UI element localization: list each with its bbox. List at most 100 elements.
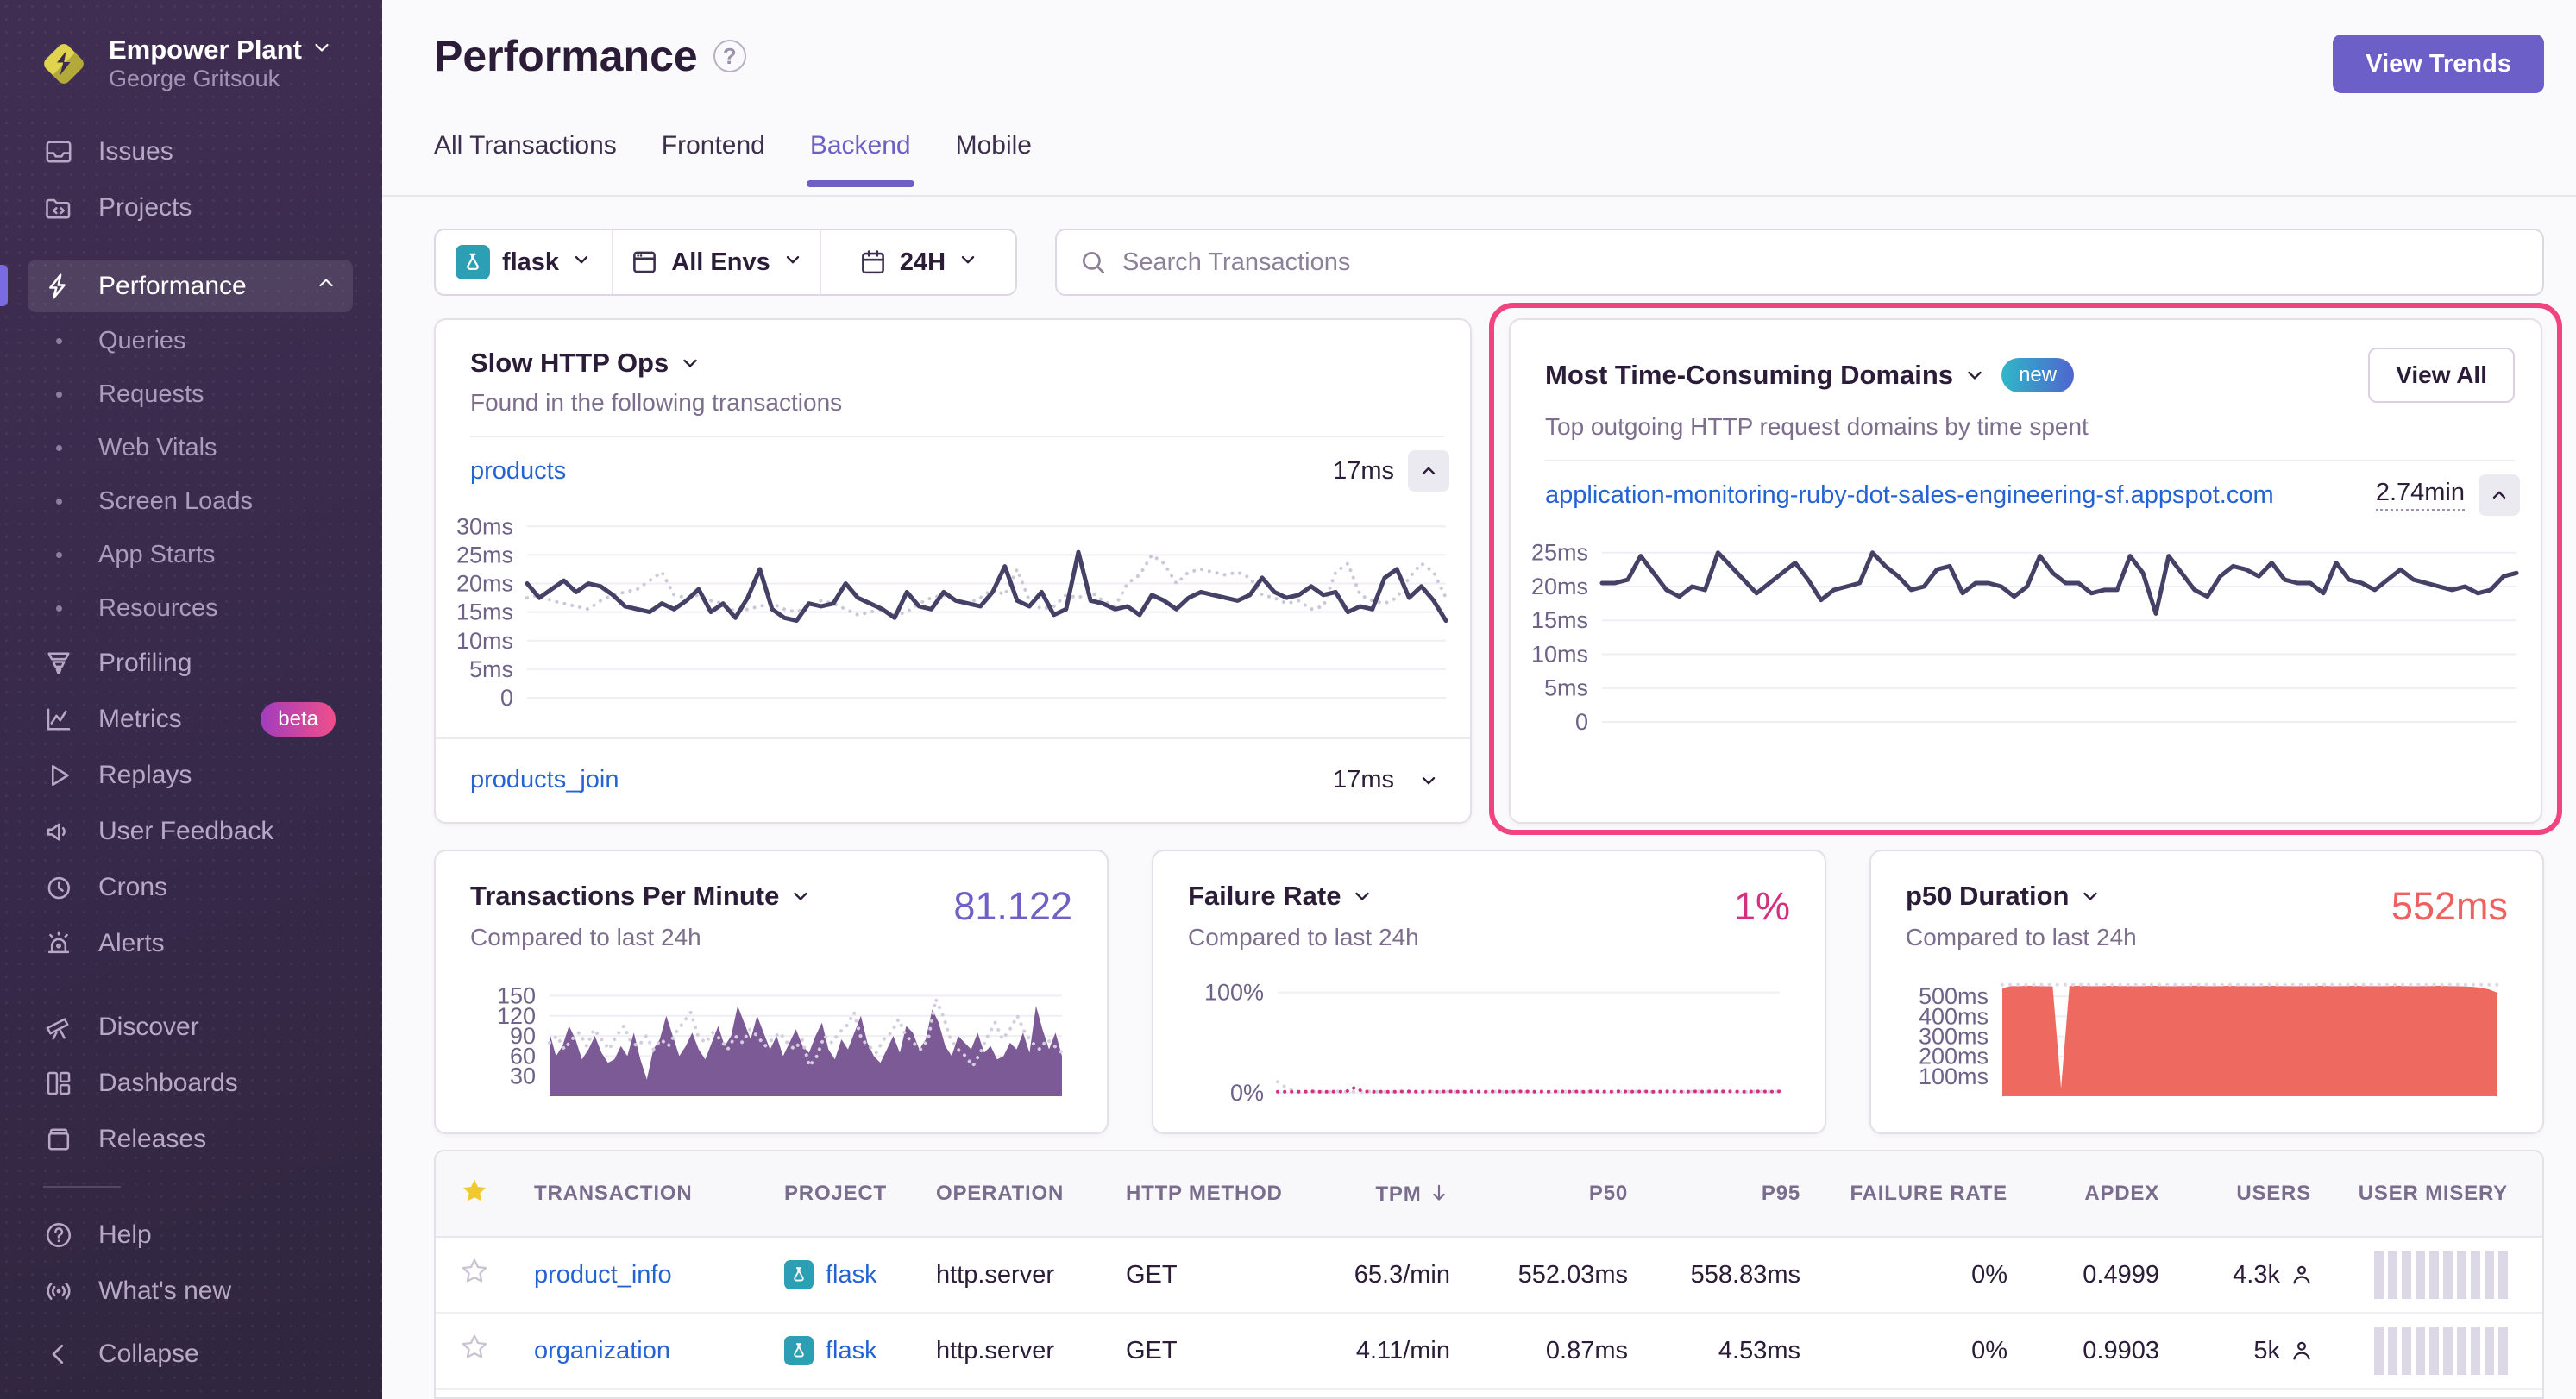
sidebar-item-screen-loads[interactable]: Screen Loads: [0, 474, 382, 528]
sidebar-item-web-vitals[interactable]: Web Vitals: [0, 421, 382, 474]
failure-rate-cell: 0%: [1813, 1337, 2020, 1365]
sidebar-item-dashboards[interactable]: Dashboards: [0, 1055, 382, 1111]
sidebar-item-crons[interactable]: Crons: [0, 859, 382, 915]
sidebar-item-issues[interactable]: Issues: [0, 123, 382, 179]
project-filter[interactable]: flask: [436, 230, 612, 294]
failure-rate-subtitle: Compared to last 24h: [1188, 924, 1790, 951]
flask-project-icon: [456, 245, 490, 279]
person-icon: [2289, 1262, 2315, 1288]
main-content: Performance ? View Trends All Transactio…: [382, 0, 2576, 1399]
failure-rate-card: Failure Rate 1% Compared to last 24h 100…: [1152, 850, 1826, 1134]
tab-bar: All Transactions Frontend Backend Mobile: [434, 131, 1032, 187]
issues-icon: [41, 136, 76, 167]
sidebar-item-what-s-new[interactable]: What's new: [0, 1263, 382, 1319]
column-header-p50[interactable]: P50: [1462, 1182, 1640, 1206]
column-header-transaction[interactable]: TRANSACTION: [517, 1182, 767, 1206]
svg-text:0: 0: [1575, 709, 1588, 735]
chevron-down-icon: [1963, 364, 1986, 386]
bullet-icon: [41, 499, 76, 505]
environment-filter[interactable]: All Envs: [612, 230, 820, 294]
failure-rate-cell: 0%: [1813, 1261, 2020, 1289]
help-tooltip-icon[interactable]: ?: [713, 40, 746, 72]
sidebar-item-alerts[interactable]: Alerts: [0, 915, 382, 971]
sidebar-item-discover[interactable]: Discover: [0, 999, 382, 1055]
products-duration: 17ms: [1333, 457, 1394, 486]
flask-project-icon: [784, 1336, 814, 1365]
chevron-down-icon: [958, 248, 978, 277]
window-icon: [630, 248, 659, 277]
sidebar: Empower Plant George Gritsouk IssuesProj…: [0, 0, 382, 1399]
search-input[interactable]: [1122, 248, 2520, 277]
sidebar-item-metrics[interactable]: Metricsbeta: [0, 691, 382, 747]
alerts-icon: [41, 928, 76, 959]
star-toggle[interactable]: [436, 1257, 517, 1293]
sidebar-item-resources[interactable]: Resources: [0, 581, 382, 635]
sidebar-item-releases[interactable]: Releases: [0, 1111, 382, 1167]
tpm-cell: 4.11/min: [1333, 1337, 1462, 1365]
products-join-link[interactable]: products_join: [470, 766, 1319, 794]
collapse-domain-button[interactable]: [2479, 474, 2520, 516]
star-toggle[interactable]: [436, 1333, 517, 1369]
project-filter-label: flask: [502, 248, 559, 277]
svg-text:25ms: 25ms: [456, 542, 513, 568]
lightning-icon: [41, 271, 76, 302]
svg-text:25ms: 25ms: [1531, 540, 1588, 566]
view-trends-button[interactable]: View Trends: [2333, 35, 2544, 93]
projects-icon: [41, 192, 76, 223]
products-link[interactable]: products: [470, 457, 1319, 486]
project-cell[interactable]: flask: [767, 1336, 919, 1365]
sidebar-item-queries[interactable]: Queries: [0, 314, 382, 367]
column-header-project[interactable]: PROJECT: [767, 1182, 919, 1206]
tab-all-transactions[interactable]: All Transactions: [434, 131, 617, 187]
column-header-method[interactable]: HTTP METHOD: [1109, 1182, 1333, 1206]
sidebar-item-replays[interactable]: Replays: [0, 747, 382, 803]
domains-title[interactable]: Most Time-Consuming Domains: [1545, 360, 1986, 391]
column-header-operation[interactable]: OPERATION: [919, 1182, 1109, 1206]
view-all-button[interactable]: View All: [2368, 348, 2515, 403]
collapse-products-button[interactable]: [1408, 450, 1449, 492]
products-join-duration: 17ms: [1333, 766, 1394, 794]
transaction-link[interactable]: organization: [534, 1337, 670, 1364]
sidebar-item-label: Requests: [98, 380, 204, 409]
p50-duration-card: p50 Duration 552ms Compared to last 24h …: [1869, 850, 2544, 1134]
user-misery-cell: [2323, 1327, 2544, 1375]
sidebar-item-user-feedback[interactable]: User Feedback: [0, 803, 382, 859]
star-column-icon[interactable]: [436, 1176, 517, 1212]
column-header-tpm[interactable]: TPM: [1333, 1182, 1462, 1207]
p50-duration-value: 552ms: [2391, 884, 2508, 929]
column-header-p95[interactable]: P95: [1640, 1182, 1813, 1206]
failure-rate-title[interactable]: Failure Rate: [1188, 881, 1790, 912]
broadcast-icon: [41, 1276, 76, 1307]
column-header-apdex[interactable]: APDEX: [2020, 1182, 2171, 1206]
column-header-failure-rate[interactable]: FAILURE RATE: [1813, 1182, 2020, 1206]
tpm-card: Transactions Per Minute 81.122 Compared …: [434, 850, 1109, 1134]
domain-link[interactable]: application-monitoring-ruby-dot-sales-en…: [1545, 481, 2362, 510]
column-header-users[interactable]: USERS: [2171, 1182, 2323, 1206]
expand-products-join-button[interactable]: [1408, 760, 1449, 801]
sidebar-item-label: Performance: [98, 272, 247, 301]
sidebar-item-requests[interactable]: Requests: [0, 367, 382, 421]
bullet-icon: [41, 445, 76, 451]
domain-duration[interactable]: 2.74min: [2376, 479, 2465, 511]
operation-cell: http.server: [919, 1337, 1109, 1365]
svg-text:100ms: 100ms: [1919, 1063, 1989, 1089]
sidebar-item-app-starts[interactable]: App Starts: [0, 528, 382, 581]
sidebar-item-projects[interactable]: Projects: [0, 179, 382, 235]
sidebar-collapse[interactable]: Collapse: [0, 1326, 382, 1382]
sidebar-item-profiling[interactable]: Profiling: [0, 635, 382, 691]
tab-frontend[interactable]: Frontend: [662, 131, 765, 187]
chevron-up-icon: [315, 272, 337, 301]
org-switcher[interactable]: Empower Plant George Gritsouk: [0, 0, 382, 92]
transaction-link[interactable]: product_info: [534, 1261, 672, 1289]
date-range-filter[interactable]: 24H: [820, 230, 1015, 294]
slow-http-ops-title[interactable]: Slow HTTP Ops: [470, 348, 701, 379]
sidebar-item-label: Web Vitals: [98, 434, 217, 462]
tab-backend[interactable]: Backend: [810, 131, 911, 187]
sidebar-item-help[interactable]: Help: [0, 1207, 382, 1263]
tab-mobile[interactable]: Mobile: [956, 131, 1032, 187]
sidebar-item-performance[interactable]: Performance: [0, 258, 382, 314]
sidebar-item-label: Queries: [98, 327, 186, 355]
date-range-label: 24H: [900, 248, 946, 277]
project-cell[interactable]: flask: [767, 1260, 919, 1289]
column-header-misery[interactable]: USER MISERY: [2323, 1182, 2544, 1206]
